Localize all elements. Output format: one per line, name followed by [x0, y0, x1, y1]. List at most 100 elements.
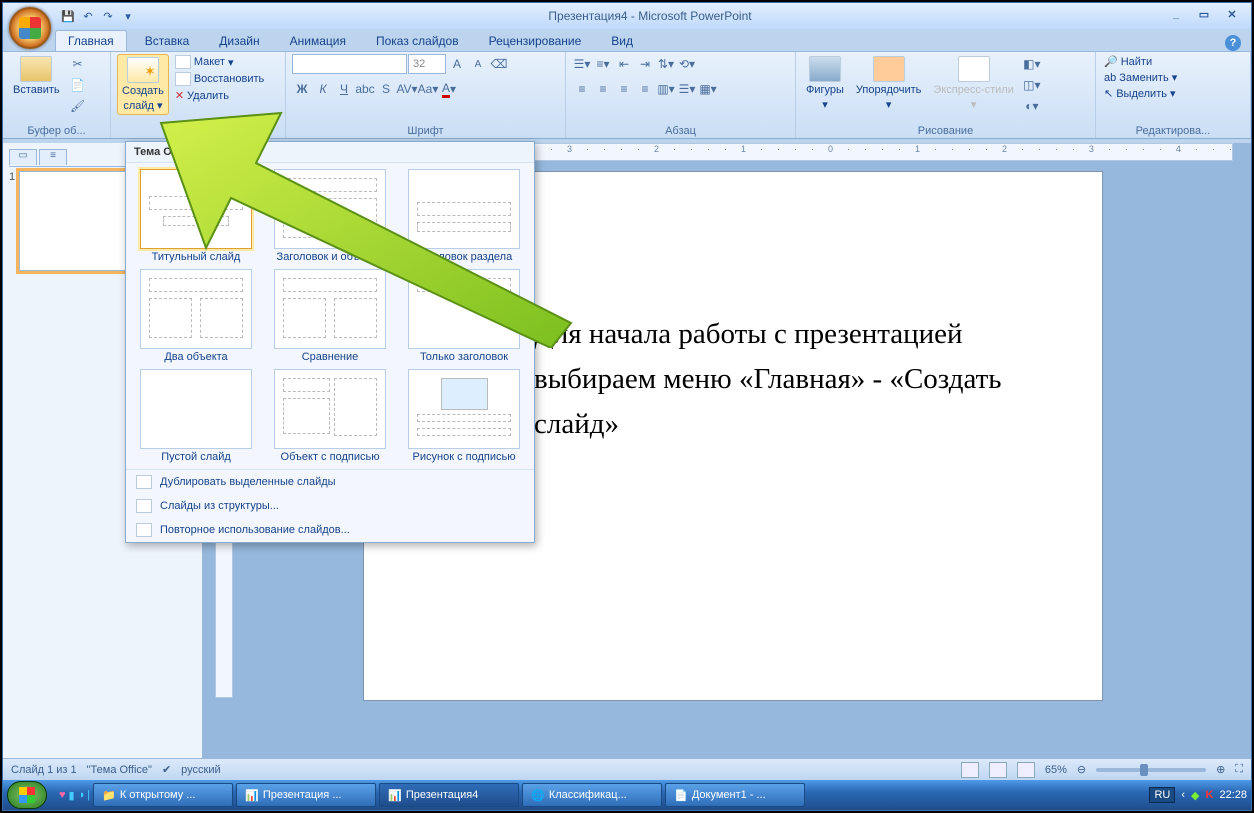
grow-font-icon[interactable]: A — [447, 54, 467, 74]
tab-animation[interactable]: Анимация — [278, 31, 358, 51]
outline-tab-icon[interactable]: ≡ — [39, 149, 67, 165]
spellcheck-icon[interactable]: ✔ — [162, 763, 171, 776]
layout-section-header[interactable]: Заголовок раздела — [404, 169, 524, 263]
cut-icon[interactable]: ✂ — [68, 54, 88, 74]
tray-clock[interactable]: 22:28 — [1219, 789, 1247, 801]
align-left-icon[interactable]: ≡ — [572, 79, 592, 99]
indent-right-icon[interactable]: ⇥ — [635, 54, 655, 74]
sorter-view-icon[interactable] — [989, 762, 1007, 778]
redo-icon[interactable]: ↷ — [99, 7, 117, 25]
task-item-1[interactable]: 📁 К открытому ... — [93, 783, 233, 807]
shapes-button[interactable]: Фигуры▾ — [802, 54, 848, 113]
shape-outline-icon[interactable]: ◫▾ — [1022, 75, 1042, 95]
font-color-icon[interactable]: A▾ — [439, 79, 459, 99]
reset-button[interactable]: Восстановить — [173, 71, 266, 87]
layout-blank[interactable]: Пустой слайд — [136, 369, 256, 463]
layout-content-caption[interactable]: Объект с подписью — [270, 369, 390, 463]
clear-format-icon[interactable]: ⌫ — [489, 54, 509, 74]
tab-design[interactable]: Дизайн — [207, 31, 271, 51]
align-center-icon[interactable]: ≡ — [593, 79, 613, 99]
task-item-3[interactable]: 📊 Презентация4 — [379, 783, 519, 807]
status-lang[interactable]: русский — [181, 764, 220, 776]
qat-more-icon[interactable]: ▾ — [119, 7, 137, 25]
line-spacing-icon[interactable]: ⇅▾ — [656, 54, 676, 74]
save-icon[interactable]: 💾 — [59, 7, 77, 25]
tray-heart-icon[interactable]: ♥ — [59, 789, 66, 801]
delete-button[interactable]: ✕Удалить — [173, 88, 266, 103]
shape-fill-icon[interactable]: ◧▾ — [1022, 54, 1042, 74]
case-icon[interactable]: Aa▾ — [418, 79, 438, 99]
bold-icon[interactable]: Ж — [292, 79, 312, 99]
zoom-slider[interactable] — [1096, 768, 1206, 772]
tray-shield-icon[interactable]: ◆ — [1191, 789, 1199, 802]
maximize-button[interactable]: ▭ — [1191, 8, 1217, 24]
duplicate-slides-item[interactable]: Дублировать выделенные слайды — [126, 470, 534, 494]
tab-view[interactable]: Вид — [599, 31, 645, 51]
tray-k-icon[interactable]: K — [1206, 789, 1214, 801]
shadow-icon[interactable]: S — [376, 79, 396, 99]
task-item-4[interactable]: 🌐 Классификац... — [522, 783, 662, 807]
tab-review[interactable]: Рецензирование — [477, 31, 594, 51]
tray-lang[interactable]: RU — [1149, 787, 1175, 803]
tray-chevron-icon[interactable]: ‹ — [1181, 789, 1185, 801]
find-button[interactable]: 🔎Найти — [1102, 54, 1179, 69]
spacing-icon[interactable]: AV▾ — [397, 79, 417, 99]
start-button[interactable] — [7, 781, 47, 809]
arrange-button[interactable]: Упорядочить▾ — [852, 54, 925, 113]
tray-app-icon[interactable]: ▮ — [69, 789, 75, 802]
layout-comparison[interactable]: Сравнение — [270, 269, 390, 363]
strike-icon[interactable]: abc — [355, 79, 375, 99]
align-right-icon[interactable]: ≡ — [614, 79, 634, 99]
select-button[interactable]: ↖Выделить ▾ — [1102, 86, 1179, 101]
copy-icon[interactable]: 📄 — [68, 75, 88, 95]
zoom-out-icon[interactable]: ⊖ — [1077, 763, 1086, 776]
reuse-slides-item[interactable]: Повторное использование слайдов... — [126, 518, 534, 542]
justify-icon[interactable]: ≡ — [635, 79, 655, 99]
slides-from-outline-item[interactable]: Слайды из структуры... — [126, 494, 534, 518]
replace-button[interactable]: abЗаменить ▾ — [1102, 70, 1179, 85]
italic-icon[interactable]: К — [313, 79, 333, 99]
underline-icon[interactable]: Ч — [334, 79, 354, 99]
fit-icon[interactable]: ⛶ — [1235, 763, 1243, 776]
undo-icon[interactable]: ↶ — [79, 7, 97, 25]
smartart-icon[interactable]: ▦▾ — [698, 79, 718, 99]
close-button[interactable]: ✕ — [1219, 8, 1245, 24]
cursor-icon: ↖ — [1104, 87, 1113, 100]
shrink-font-icon[interactable]: A — [468, 54, 488, 74]
zoom-in-icon[interactable]: ⊕ — [1216, 763, 1225, 776]
normal-view-icon[interactable] — [961, 762, 979, 778]
task-item-2[interactable]: 📊 Презентация ... — [236, 783, 376, 807]
layout-icon — [175, 55, 191, 69]
layout-title-content[interactable]: Заголовок и объекты — [270, 169, 390, 263]
quick-styles-button[interactable]: Экспресс-стили▾ — [929, 54, 1017, 113]
slides-tab-icon[interactable]: ▭ — [9, 149, 37, 165]
layout-button[interactable]: Макет ▾ — [173, 54, 266, 70]
zoom-level[interactable]: 65% — [1045, 764, 1067, 776]
office-button[interactable] — [9, 7, 51, 49]
minimize-button[interactable]: _ — [1163, 8, 1189, 24]
task-item-5[interactable]: 📄 Документ1 - ... — [665, 783, 805, 807]
tab-slideshow[interactable]: Показ слайдов — [364, 31, 471, 51]
indent-left-icon[interactable]: ⇤ — [614, 54, 634, 74]
columns-icon[interactable]: ▥▾ — [656, 79, 676, 99]
text-direction-icon[interactable]: ⟲▾ — [677, 54, 697, 74]
layout-picture-caption[interactable]: Рисунок с подписью — [404, 369, 524, 463]
font-size-select[interactable]: 32 — [408, 54, 446, 74]
slideshow-view-icon[interactable] — [1017, 762, 1035, 778]
tray-app2-icon[interactable]: ◑ — [78, 789, 85, 801]
new-slide-button[interactable]: ✶ Создать слайд ▾ — [117, 54, 169, 115]
align-text-icon[interactable]: ☰▾ — [677, 79, 697, 99]
layout-two-content[interactable]: Два объекта — [136, 269, 256, 363]
layout-title-slide[interactable]: Титульный слайд — [136, 169, 256, 263]
paste-button[interactable]: Вставить — [9, 54, 64, 98]
tab-home[interactable]: Главная — [55, 30, 127, 51]
help-icon[interactable]: ? — [1225, 35, 1241, 51]
tab-insert[interactable]: Вставка — [133, 31, 202, 51]
layout-title-only[interactable]: Только заголовок — [404, 269, 524, 363]
bullets-icon[interactable]: ☰▾ — [572, 54, 592, 74]
format-painter-icon[interactable]: 🖌 — [68, 96, 88, 116]
numbering-icon[interactable]: ≡▾ — [593, 54, 613, 74]
shape-effects-icon[interactable]: ◐▾ — [1022, 96, 1042, 116]
font-family-select[interactable] — [292, 54, 407, 74]
shapes-icon — [809, 56, 841, 82]
